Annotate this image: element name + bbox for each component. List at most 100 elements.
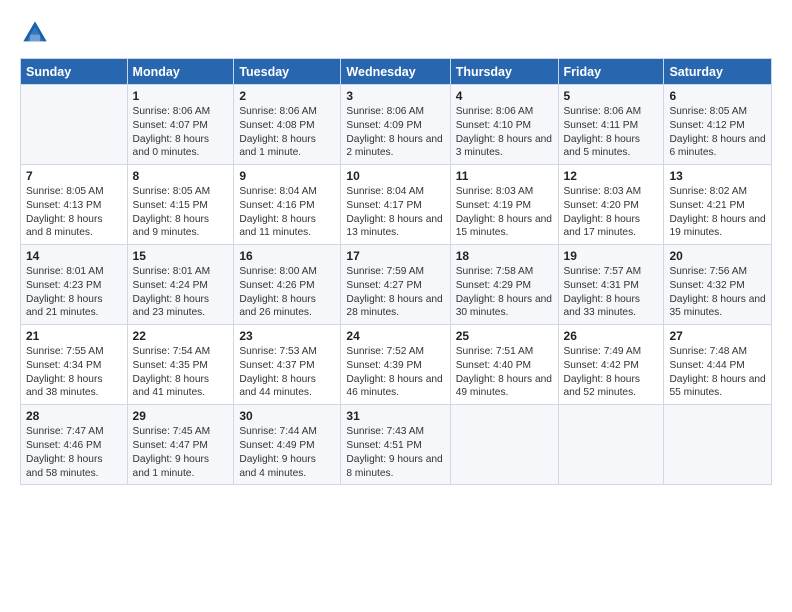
calendar-cell: 26Sunrise: 7:49 AMSunset: 4:42 PMDayligh…: [558, 325, 664, 405]
day-number: 10: [346, 169, 444, 183]
calendar-cell: 29 Sunrise: 7:45 AMSunset: 4:47 PMDayligh…: [127, 405, 234, 485]
calendar-cell: 20 Sunrise: 7:56 AMSunset: 4:32 PMDayligh…: [664, 245, 772, 325]
day-info: Sunrise: 8:05 AMSunset: 4:13 PMDaylight:…: [26, 185, 122, 240]
day-info: Sunrise: 8:05 AMSunset: 4:12 PMDaylight:…: [669, 105, 766, 160]
day-info: Sunrise: 8:06 AMSunset: 4:07 PMDaylight:…: [133, 105, 229, 160]
day-number: 20: [669, 249, 766, 263]
day-number: 19: [564, 249, 659, 263]
calendar-cell: 3 Sunrise: 8:06 AMSunset: 4:09 PMDaylight…: [341, 85, 450, 165]
calendar-cell: 23Sunrise: 7:53 AMSunset: 4:37 PMDayligh…: [234, 325, 341, 405]
day-info: Sunrise: 8:01 AMSunset: 4:23 PMDaylight:…: [26, 265, 122, 320]
page: SundayMondayTuesdayWednesdayThursdayFrid…: [0, 0, 792, 612]
day-info: Sunrise: 7:58 AMSunset: 4:29 PMDaylight:…: [456, 265, 553, 320]
day-info: Sunrise: 7:43 AMSunset: 4:51 PMDaylight:…: [346, 425, 444, 480]
calendar-week-row: 14 Sunrise: 8:01 AMSunset: 4:23 PMDayligh…: [21, 245, 772, 325]
calendar-week-row: 7 Sunrise: 8:05 AMSunset: 4:13 PMDaylight…: [21, 165, 772, 245]
day-info: Sunrise: 7:45 AMSunset: 4:47 PMDaylight:…: [133, 425, 229, 480]
day-info: Sunrise: 7:57 AMSunset: 4:31 PMDaylight:…: [564, 265, 659, 320]
calendar-cell: [21, 85, 128, 165]
calendar-cell: 30 Sunrise: 7:44 AMSunset: 4:49 PMDayligh…: [234, 405, 341, 485]
day-info: Sunrise: 7:55 AMSunset: 4:34 PMDaylight:…: [26, 345, 122, 400]
calendar-cell: 9 Sunrise: 8:04 AMSunset: 4:16 PMDaylight…: [234, 165, 341, 245]
calendar-cell: 7 Sunrise: 8:05 AMSunset: 4:13 PMDaylight…: [21, 165, 128, 245]
day-number: 30: [239, 409, 335, 423]
day-number: 7: [26, 169, 122, 183]
calendar-cell: 13 Sunrise: 8:02 AMSunset: 4:21 PMDayligh…: [664, 165, 772, 245]
day-number: 25: [456, 329, 553, 343]
day-number: 22: [133, 329, 229, 343]
day-info: Sunrise: 8:05 AMSunset: 4:15 PMDaylight:…: [133, 185, 229, 240]
day-number: 24: [346, 329, 444, 343]
calendar-cell: 22 Sunrise: 7:54 AMSunset: 4:35 PMDayligh…: [127, 325, 234, 405]
day-info: Sunrise: 8:01 AMSunset: 4:24 PMDaylight:…: [133, 265, 229, 320]
calendar-cell: 10 Sunrise: 8:04 AMSunset: 4:17 PMDayligh…: [341, 165, 450, 245]
day-info: Sunrise: 8:00 AMSunset: 4:26 PMDaylight:…: [239, 265, 335, 320]
header: [20, 18, 772, 48]
day-number: 1: [133, 89, 229, 103]
calendar-cell: 31 Sunrise: 7:43 AMSunset: 4:51 PMDayligh…: [341, 405, 450, 485]
calendar-cell: 14 Sunrise: 8:01 AMSunset: 4:23 PMDayligh…: [21, 245, 128, 325]
calendar-cell: 12Sunrise: 8:03 AMSunset: 4:20 PMDayligh…: [558, 165, 664, 245]
column-header-monday: Monday: [127, 59, 234, 85]
day-number: 31: [346, 409, 444, 423]
day-number: 23: [239, 329, 335, 343]
column-header-tuesday: Tuesday: [234, 59, 341, 85]
day-number: 26: [564, 329, 659, 343]
calendar-cell: [664, 405, 772, 485]
day-info: Sunrise: 7:44 AMSunset: 4:49 PMDaylight:…: [239, 425, 335, 480]
day-number: 6: [669, 89, 766, 103]
calendar-table: SundayMondayTuesdayWednesdayThursdayFrid…: [20, 58, 772, 485]
day-info: Sunrise: 7:56 AMSunset: 4:32 PMDaylight:…: [669, 265, 766, 320]
calendar-cell: 6 Sunrise: 8:05 AMSunset: 4:12 PMDaylight…: [664, 85, 772, 165]
day-info: Sunrise: 8:06 AMSunset: 4:09 PMDaylight:…: [346, 105, 444, 160]
calendar-cell: 11Sunrise: 8:03 AMSunset: 4:19 PMDayligh…: [450, 165, 558, 245]
calendar-week-row: 28 Sunrise: 7:47 AMSunset: 4:46 PMDayligh…: [21, 405, 772, 485]
day-number: 13: [669, 169, 766, 183]
calendar-cell: 17 Sunrise: 7:59 AMSunset: 4:27 PMDayligh…: [341, 245, 450, 325]
day-number: 17: [346, 249, 444, 263]
day-number: 29: [133, 409, 229, 423]
calendar-cell: [450, 405, 558, 485]
day-number: 28: [26, 409, 122, 423]
column-header-sunday: Sunday: [21, 59, 128, 85]
day-number: 9: [239, 169, 335, 183]
day-number: 16: [239, 249, 335, 263]
day-info: Sunrise: 8:04 AMSunset: 4:16 PMDaylight:…: [239, 185, 335, 240]
calendar-cell: 8Sunrise: 8:05 AMSunset: 4:15 PMDaylight…: [127, 165, 234, 245]
calendar-header-row: SundayMondayTuesdayWednesdayThursdayFrid…: [21, 59, 772, 85]
calendar-cell: 19 Sunrise: 7:57 AMSunset: 4:31 PMDayligh…: [558, 245, 664, 325]
day-info: Sunrise: 8:06 AMSunset: 4:10 PMDaylight:…: [456, 105, 553, 160]
calendar-cell: 18 Sunrise: 7:58 AMSunset: 4:29 PMDayligh…: [450, 245, 558, 325]
calendar-cell: 5 Sunrise: 8:06 AMSunset: 4:11 PMDaylight…: [558, 85, 664, 165]
calendar-cell: 25 Sunrise: 7:51 AMSunset: 4:40 PMDayligh…: [450, 325, 558, 405]
day-info: Sunrise: 7:51 AMSunset: 4:40 PMDaylight:…: [456, 345, 553, 400]
calendar-cell: 15 Sunrise: 8:01 AMSunset: 4:24 PMDayligh…: [127, 245, 234, 325]
day-number: 3: [346, 89, 444, 103]
day-info: Sunrise: 8:02 AMSunset: 4:21 PMDaylight:…: [669, 185, 766, 240]
column-header-wednesday: Wednesday: [341, 59, 450, 85]
calendar-cell: 1 Sunrise: 8:06 AMSunset: 4:07 PMDaylight…: [127, 85, 234, 165]
day-number: 5: [564, 89, 659, 103]
logo-icon: [20, 18, 50, 48]
calendar-week-row: 21Sunrise: 7:55 AMSunset: 4:34 PMDayligh…: [21, 325, 772, 405]
logo: [20, 18, 56, 48]
day-number: 15: [133, 249, 229, 263]
day-number: 18: [456, 249, 553, 263]
calendar-cell: [558, 405, 664, 485]
day-info: Sunrise: 8:04 AMSunset: 4:17 PMDaylight:…: [346, 185, 444, 240]
day-info: Sunrise: 7:54 AMSunset: 4:35 PMDaylight:…: [133, 345, 229, 400]
calendar-cell: 24 Sunrise: 7:52 AMSunset: 4:39 PMDayligh…: [341, 325, 450, 405]
day-info: Sunrise: 7:59 AMSunset: 4:27 PMDaylight:…: [346, 265, 444, 320]
calendar-cell: 21Sunrise: 7:55 AMSunset: 4:34 PMDayligh…: [21, 325, 128, 405]
calendar-cell: 27Sunrise: 7:48 AMSunset: 4:44 PMDayligh…: [664, 325, 772, 405]
column-header-friday: Friday: [558, 59, 664, 85]
day-number: 4: [456, 89, 553, 103]
calendar-cell: 4 Sunrise: 8:06 AMSunset: 4:10 PMDaylight…: [450, 85, 558, 165]
day-info: Sunrise: 8:06 AMSunset: 4:11 PMDaylight:…: [564, 105, 659, 160]
day-info: Sunrise: 8:06 AMSunset: 4:08 PMDaylight:…: [239, 105, 335, 160]
day-info: Sunrise: 7:47 AMSunset: 4:46 PMDaylight:…: [26, 425, 122, 480]
calendar-cell: 28 Sunrise: 7:47 AMSunset: 4:46 PMDayligh…: [21, 405, 128, 485]
day-number: 14: [26, 249, 122, 263]
day-info: Sunrise: 7:48 AMSunset: 4:44 PMDaylight:…: [669, 345, 766, 400]
day-info: Sunrise: 7:52 AMSunset: 4:39 PMDaylight:…: [346, 345, 444, 400]
